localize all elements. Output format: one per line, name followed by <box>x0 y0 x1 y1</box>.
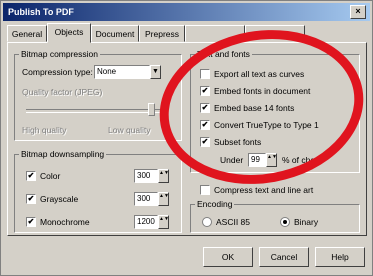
grayscale-checkbox[interactable]: ✔ <box>26 194 36 204</box>
text-and-fonts-legend: Text and fonts <box>197 49 250 59</box>
title-bar[interactable]: Publish To PDF × <box>3 3 370 21</box>
embed-fonts-checkbox[interactable]: ✔ <box>200 86 210 96</box>
grayscale-dpi-field[interactable]: 300 <box>134 192 158 206</box>
tab-hidden-2[interactable] <box>245 25 305 42</box>
export-text-as-curves-checkbox[interactable] <box>200 69 210 79</box>
binary-label: Binary <box>294 217 319 227</box>
encoding-group: Encoding <box>190 199 360 233</box>
compress-text-checkbox[interactable] <box>200 185 210 195</box>
subset-threshold-spinner[interactable]: ▲▼ <box>266 153 277 167</box>
color-label: Color <box>40 171 61 181</box>
percent-of-chars-label: % of chars <box>282 155 323 165</box>
tab-hidden-1[interactable] <box>185 25 245 42</box>
tab-objects[interactable]: Objects <box>47 23 91 43</box>
high-quality-label: High quality <box>22 125 67 135</box>
grayscale-label: Grayscale <box>40 194 79 204</box>
color-checkbox[interactable]: ✔ <box>26 171 36 181</box>
binary-radio[interactable] <box>280 217 290 227</box>
help-button[interactable]: Help <box>315 247 365 267</box>
ascii85-label: ASCII 85 <box>216 217 251 227</box>
compress-text-label: Compress text and line art <box>214 185 314 195</box>
close-icon[interactable]: × <box>350 5 366 19</box>
monochrome-checkbox[interactable]: ✔ <box>26 217 36 227</box>
encoding-legend: Encoding <box>197 199 233 209</box>
bitmap-compression-legend: Bitmap compression <box>21 49 99 59</box>
embed-base14-label: Embed base 14 fonts <box>214 103 295 113</box>
tab-prepress[interactable]: Prepress <box>139 25 185 42</box>
cancel-button[interactable]: Cancel <box>259 247 309 267</box>
bitmap-downsampling-legend: Bitmap downsampling <box>21 149 105 159</box>
under-label: Under <box>220 155 244 165</box>
objects-tab-panel: Bitmap compression Compression type: Non… <box>7 42 367 236</box>
ok-button[interactable]: OK <box>203 247 253 267</box>
publish-to-pdf-dialog: Publish To PDF × General Objects Documen… <box>0 0 373 276</box>
export-text-as-curves-label: Export all text as curves <box>214 69 305 79</box>
embed-fonts-label: Embed fonts in document <box>214 86 311 96</box>
color-dpi-spinner[interactable]: ▲▼ <box>158 169 169 183</box>
convert-truetype-checkbox[interactable]: ✔ <box>200 120 210 130</box>
tab-general[interactable]: General <box>7 25 47 42</box>
monochrome-label: Monochrome <box>40 217 90 227</box>
ascii85-radio[interactable] <box>202 217 212 227</box>
tab-document[interactable]: Document <box>91 25 139 42</box>
embed-base14-checkbox[interactable]: ✔ <box>200 103 210 113</box>
convert-truetype-label: Convert TrueType to Type 1 <box>214 120 319 130</box>
subset-threshold-field[interactable]: 99 <box>248 153 266 167</box>
compression-type-label: Compression type: <box>22 67 93 77</box>
monochrome-dpi-spinner[interactable]: ▲▼ <box>158 215 169 229</box>
quality-slider-thumb[interactable] <box>148 103 155 116</box>
window-title: Publish To PDF <box>8 7 74 17</box>
quality-slider-track[interactable] <box>26 109 166 113</box>
chevron-down-icon[interactable]: ▼ <box>150 65 161 79</box>
grayscale-dpi-spinner[interactable]: ▲▼ <box>158 192 169 206</box>
color-dpi-field[interactable]: 300 <box>134 169 158 183</box>
subset-fonts-checkbox[interactable]: ✔ <box>200 137 210 147</box>
subset-fonts-label: Subset fonts <box>214 137 262 147</box>
quality-factor-label: Quality factor (JPEG) <box>22 87 103 97</box>
compression-type-select[interactable]: None <box>94 65 150 79</box>
monochrome-dpi-field[interactable]: 1200 <box>134 215 158 229</box>
low-quality-label: Low quality <box>108 125 151 135</box>
